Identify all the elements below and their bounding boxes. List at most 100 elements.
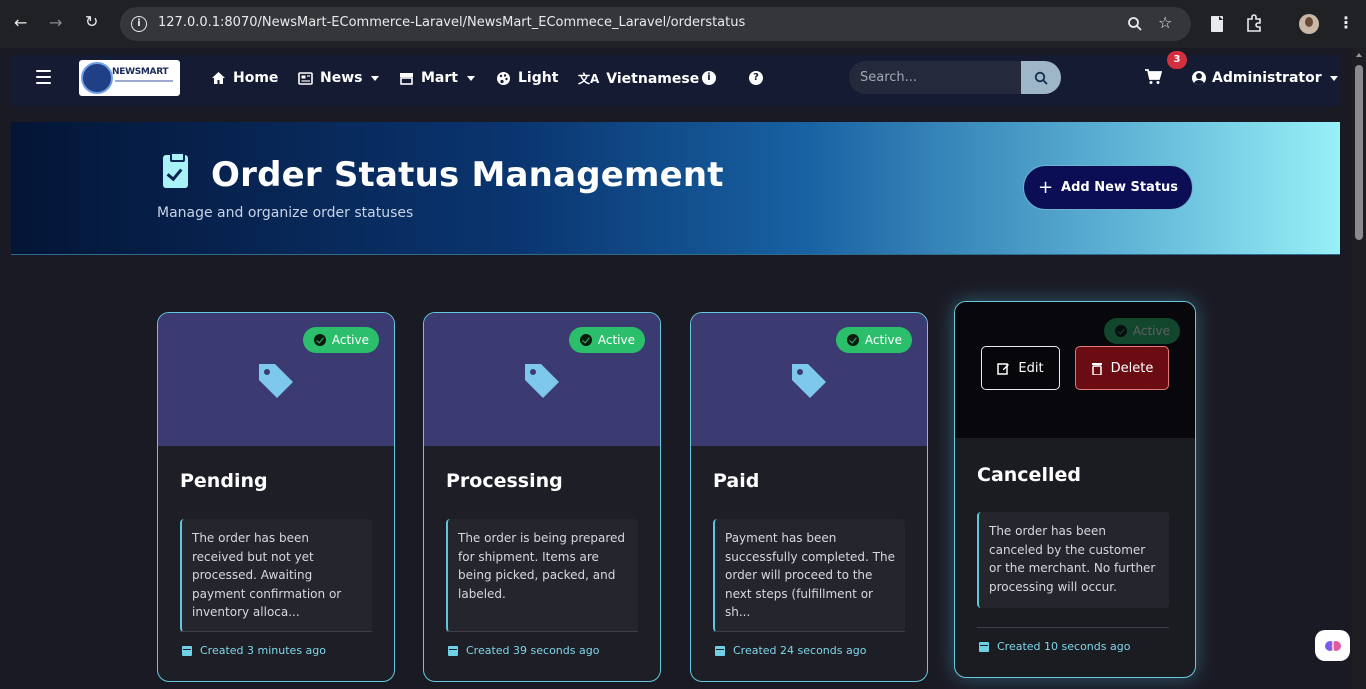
- assistant-floating-button[interactable]: [1315, 630, 1350, 661]
- divider: [446, 631, 638, 632]
- tag-icon: [259, 364, 293, 398]
- created-time-label: Created 24 seconds ago: [733, 644, 867, 657]
- user-menu[interactable]: Administrator: [1192, 70, 1338, 86]
- tag-icon: [525, 364, 559, 398]
- status-badge-label: Active: [597, 333, 635, 347]
- status-card[interactable]: Active Paid Payment has been successfull…: [690, 312, 928, 682]
- nav-home[interactable]: Home: [211, 70, 278, 86]
- card-header: Active: [691, 313, 927, 446]
- divider: [713, 631, 905, 632]
- delete-label: Delete: [1110, 360, 1154, 376]
- status-badge-label: Active: [331, 333, 369, 347]
- site-logo[interactable]: NEWSMART: [79, 60, 180, 96]
- logo-text: NEWSMART: [112, 67, 169, 77]
- app-navbar: NEWSMART Home News Mart Light 文A Vietnam…: [11, 51, 1340, 106]
- created-time-label: Created 39 seconds ago: [466, 644, 600, 657]
- newspaper-icon: [298, 71, 313, 85]
- search-input[interactable]: [849, 61, 1021, 94]
- card-description: Payment has been successfully completed.…: [713, 519, 905, 632]
- status-card[interactable]: Active Processing The order is being pre…: [423, 312, 661, 682]
- page-scrollbar[interactable]: [1352, 48, 1366, 689]
- search-icon: [1034, 71, 1048, 85]
- menu-kebab-icon[interactable]: ⋮: [1338, 13, 1354, 32]
- scrollbar-thumb[interactable]: [1355, 65, 1363, 240]
- nav-language[interactable]: 文A Vietnamese: [578, 70, 699, 87]
- check-circle-icon: [1114, 325, 1127, 337]
- card-title: Processing: [446, 470, 563, 492]
- page-subtitle: Manage and organize order statuses: [157, 205, 414, 221]
- created-time: Created 24 seconds ago: [715, 644, 866, 657]
- site-info-icon[interactable]: i: [131, 16, 147, 32]
- check-circle-icon: [579, 334, 592, 346]
- status-badge: Active: [835, 327, 912, 353]
- created-time-label: Created 3 minutes ago: [200, 644, 327, 657]
- back-icon[interactable]: ←: [14, 13, 27, 32]
- calendar-icon: [979, 641, 989, 652]
- check-circle-icon: [313, 334, 326, 346]
- cart-count-badge: 3: [1167, 51, 1187, 69]
- card-description: The order is being prepared for shipment…: [446, 519, 638, 632]
- user-name: Administrator: [1212, 70, 1322, 86]
- home-icon: [212, 72, 225, 84]
- tag-icon: [792, 364, 826, 398]
- plus-icon: +: [1037, 176, 1054, 198]
- help-circle-icon[interactable]: ?: [749, 71, 763, 85]
- address-bar[interactable]: i 127.0.0.1:8070/NewsMart-ECommerce-Lara…: [120, 7, 1191, 41]
- url-text[interactable]: 127.0.0.1:8070/NewsMart-ECommerce-Larave…: [158, 15, 745, 30]
- palette-icon: [497, 71, 510, 85]
- card-header: Active Edit Delete: [955, 302, 1195, 438]
- bookmark-star-icon[interactable]: ☆: [1158, 13, 1172, 32]
- chevron-down-icon: [466, 75, 475, 81]
- browser-toolbar: ← → ↻ i 127.0.0.1:8070/NewsMart-ECommerc…: [0, 0, 1366, 48]
- nav-language-label: Vietnamese: [606, 70, 700, 87]
- status-card[interactable]: Active Pending The order has been receiv…: [157, 312, 395, 682]
- divider: [977, 627, 1169, 628]
- calendar-icon: [715, 645, 725, 656]
- created-time-label: Created 10 seconds ago: [997, 640, 1131, 653]
- status-badge-label: Active: [1132, 324, 1170, 338]
- reload-icon[interactable]: ↻: [85, 12, 98, 31]
- divider: [180, 631, 372, 632]
- nav-mart[interactable]: Mart: [399, 70, 475, 86]
- zoom-icon[interactable]: [1127, 16, 1143, 32]
- card-title: Pending: [180, 470, 268, 492]
- status-card[interactable]: Active Edit Delete Cancelled The order h…: [954, 301, 1196, 678]
- created-time: Created 10 seconds ago: [979, 640, 1130, 653]
- status-badge-label: Active: [864, 333, 902, 347]
- page-title: Order Status Management: [211, 155, 724, 195]
- card-title: Cancelled: [977, 464, 1081, 486]
- nav-mart-label: Mart: [421, 70, 458, 86]
- search-button[interactable]: [1021, 61, 1061, 94]
- nav-theme-light[interactable]: Light: [496, 70, 558, 86]
- calendar-icon: [182, 645, 192, 656]
- card-header: Active: [158, 313, 394, 446]
- card-description: The order has been received but not yet …: [180, 519, 372, 632]
- brain-icon: [1324, 639, 1341, 652]
- store-icon: [400, 72, 413, 85]
- add-new-status-button[interactable]: + Add New Status: [1023, 165, 1193, 210]
- profile-avatar[interactable]: [1299, 14, 1319, 34]
- cart-icon[interactable]: [1144, 69, 1162, 85]
- info-circle-icon[interactable]: i: [702, 71, 716, 85]
- nav-light-label: Light: [518, 70, 559, 86]
- language-icon: 文A: [578, 72, 600, 86]
- extensions-icon[interactable]: [1245, 14, 1263, 32]
- chevron-down-icon: [1329, 75, 1338, 81]
- reading-mode-icon[interactable]: [1210, 15, 1224, 33]
- status-badge: Active: [568, 327, 645, 353]
- forward-icon[interactable]: →: [49, 13, 62, 32]
- user-circle-icon: [1192, 71, 1206, 85]
- chevron-down-icon: [371, 75, 380, 81]
- edit-button[interactable]: Edit: [981, 346, 1060, 390]
- delete-button[interactable]: Delete: [1075, 346, 1169, 390]
- nav-home-label: Home: [233, 70, 279, 86]
- nav-news[interactable]: News: [298, 70, 380, 86]
- trash-icon: [1091, 362, 1102, 375]
- card-title: Paid: [713, 470, 760, 492]
- page-header: Order Status Management Manage and organ…: [11, 122, 1340, 255]
- created-time: Created 3 minutes ago: [182, 644, 326, 657]
- status-badge: Active: [302, 327, 379, 353]
- add-new-status-label: Add New Status: [1061, 180, 1179, 195]
- hamburger-menu-icon[interactable]: [36, 70, 51, 84]
- calendar-icon: [448, 645, 458, 656]
